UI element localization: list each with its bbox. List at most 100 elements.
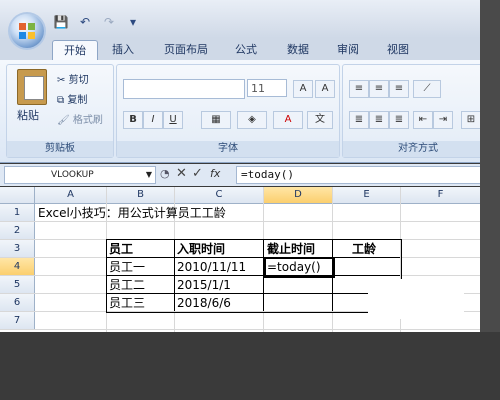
enter-icon[interactable]: ✓ [192, 166, 203, 181]
undo-icon[interactable]: ↶ [76, 14, 94, 30]
row-header-4[interactable]: 4 [0, 258, 35, 276]
font-group: 11 A A B I U ▦ ◈ A 文 字体 [116, 64, 340, 158]
format-painter-button[interactable]: 🖌 格式刷 [57, 111, 103, 126]
align-top-icon[interactable]: ≡ [349, 80, 369, 98]
increase-indent-icon[interactable]: ⇥ [433, 111, 453, 129]
align-bottom-icon[interactable]: ≡ [389, 80, 409, 98]
right-edge [480, 0, 500, 332]
grow-font-icon[interactable]: A [293, 80, 313, 98]
phonetic-icon[interactable]: 文 [307, 111, 333, 129]
decrease-indent-icon[interactable]: ⇤ [413, 111, 433, 129]
cell-c4[interactable]: 2010/11/11 [177, 258, 246, 276]
column-header-e[interactable]: E [333, 187, 401, 204]
customize-qa-icon[interactable]: ▾ [124, 14, 142, 30]
office-button[interactable] [10, 14, 44, 48]
row-header-2[interactable]: 2 [0, 222, 35, 240]
cut-button[interactable]: ✂ 剪切 [57, 71, 89, 86]
copy-icon: ⧉ [57, 95, 65, 106]
align-left-icon[interactable]: ≣ [349, 111, 369, 129]
name-box[interactable]: VLOOKUP ▼ [4, 166, 156, 184]
paste-icon[interactable] [17, 69, 47, 105]
function-wizard-circle-icon[interactable]: ◔ [160, 167, 170, 180]
merge-center-icon[interactable]: ⊞ [461, 111, 481, 129]
column-header-c[interactable]: C [175, 187, 264, 204]
cut-label: 剪切 [68, 75, 89, 86]
tab-review[interactable]: 审阅 [330, 40, 366, 60]
align-middle-icon[interactable]: ≡ [369, 80, 389, 98]
scissors-icon: ✂ [57, 75, 66, 86]
format-painter-label: 格式刷 [72, 115, 103, 126]
clipboard-group-label: 剪贴板 [7, 141, 113, 157]
tab-insert[interactable]: 插入 [106, 40, 140, 60]
name-box-value: VLOOKUP [51, 170, 94, 180]
clipboard-group: 粘贴 ✂ 剪切 ⧉ 复制 🖌 格式刷 剪贴板 [6, 64, 114, 158]
redo-icon[interactable]: ↷ [100, 14, 118, 30]
cell-b3[interactable]: 员工 [109, 240, 133, 258]
tab-home[interactable]: 开始 [52, 40, 98, 61]
alignment-group-label: 对齐方式 [343, 141, 493, 157]
text-cursor [332, 260, 333, 273]
cell-b4[interactable]: 员工一 [109, 258, 145, 276]
italic-button[interactable]: I [143, 111, 163, 129]
cell-c3[interactable]: 入职时间 [177, 240, 225, 258]
orientation-icon[interactable]: ⟋ [413, 80, 441, 98]
worksheet[interactable]: A B C D E F 1 2 3 4 5 6 7 Excel小技巧：用公式计算… [0, 187, 500, 332]
formula-bar: VLOOKUP ▼ ◔ ✕ ✓ fx =today() [0, 164, 500, 186]
cell-d4-active[interactable]: =today() [264, 257, 335, 278]
paste-button[interactable]: 粘贴 [17, 107, 39, 123]
select-all-corner[interactable] [0, 187, 35, 204]
shrink-font-icon[interactable]: A [315, 80, 335, 98]
excel-window: 💾 ↶ ↷ ▾ 开始 插入 页面布局 公式 数据 审阅 视图 粘贴 ✂ 剪切 ⧉… [0, 0, 500, 400]
borders-icon[interactable]: ▦ [201, 111, 231, 129]
tab-page-layout[interactable]: 页面布局 [156, 40, 216, 60]
column-header-f[interactable]: F [401, 187, 481, 204]
row-header-7[interactable]: 7 [0, 312, 35, 330]
insert-function-icon[interactable]: fx [210, 167, 220, 180]
row-header-6[interactable]: 6 [0, 294, 35, 312]
column-header-d[interactable]: D [264, 187, 333, 204]
background-area [0, 332, 500, 400]
cell-b6[interactable]: 员工三 [109, 294, 145, 312]
font-size-combo[interactable]: 11 [247, 79, 287, 97]
alignment-group: ≡ ≡ ≡ ⟋ ≣ ≣ ≣ ⇤ ⇥ ⊞ 对齐方式 [342, 64, 494, 158]
formula-text: =today() [241, 168, 294, 181]
row-header-3[interactable]: 3 [0, 240, 35, 258]
align-center-icon[interactable]: ≣ [369, 111, 389, 129]
font-name-combo[interactable] [123, 79, 245, 99]
cell-e3[interactable]: 工龄 [352, 240, 376, 258]
row-header-5[interactable]: 5 [0, 276, 35, 294]
font-color-icon[interactable]: A [273, 111, 303, 129]
chevron-down-icon[interactable]: ▼ [146, 167, 152, 183]
brush-icon: 🖌 [57, 115, 70, 126]
table-border [106, 293, 400, 294]
table-border [106, 275, 400, 276]
font-group-label: 字体 [117, 141, 339, 157]
ribbon: 粘贴 ✂ 剪切 ⧉ 复制 🖌 格式刷 剪贴板 11 A A B I U ▦ ◈ … [0, 60, 500, 163]
office-logo-icon [19, 23, 35, 39]
column-header-b[interactable]: B [107, 187, 175, 204]
cancel-icon[interactable]: ✕ [176, 166, 187, 181]
copy-button[interactable]: ⧉ 复制 [57, 91, 87, 106]
overlay-patch [368, 279, 464, 319]
cell-a1[interactable]: Excel小技巧：用公式计算员工工龄 [38, 204, 226, 222]
align-right-icon[interactable]: ≣ [389, 111, 409, 129]
tab-view[interactable]: 视图 [380, 40, 416, 60]
bold-button[interactable]: B [123, 111, 143, 129]
column-header-a[interactable]: A [35, 187, 107, 204]
tab-formulas[interactable]: 公式 [228, 40, 264, 60]
cell-c5[interactable]: 2015/1/1 [177, 276, 231, 294]
underline-button[interactable]: U [163, 111, 183, 129]
tab-data[interactable]: 数据 [280, 40, 316, 60]
gridline [0, 329, 480, 330]
copy-label: 复制 [67, 95, 88, 106]
row-header-1[interactable]: 1 [0, 204, 35, 222]
ribbon-tabs: 开始 插入 页面布局 公式 数据 审阅 视图 [0, 38, 500, 61]
save-icon[interactable]: 💾 [52, 14, 70, 30]
cell-d3[interactable]: 截止时间 [267, 240, 315, 258]
quick-access-toolbar: 💾 ↶ ↷ ▾ [52, 14, 142, 32]
formula-input[interactable]: =today() [236, 166, 500, 184]
title-bar: 💾 ↶ ↷ ▾ [0, 0, 500, 38]
cell-b5[interactable]: 员工二 [109, 276, 145, 294]
fill-color-icon[interactable]: ◈ [237, 111, 267, 129]
cell-c6[interactable]: 2018/6/6 [177, 294, 231, 312]
